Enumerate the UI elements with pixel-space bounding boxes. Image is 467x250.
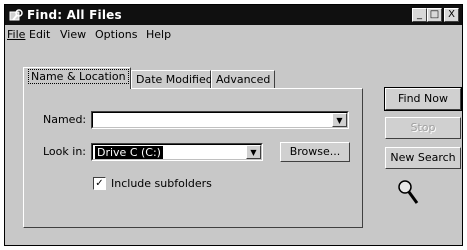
- menu-options[interactable]: Options: [95, 28, 137, 41]
- find-window: Find: All Files _ □ X File Edit View Opt…: [4, 4, 463, 246]
- named-combobox[interactable]: ▼: [91, 111, 349, 129]
- menu-options-label: Options: [95, 28, 138, 41]
- named-dropdown-button[interactable]: ▼: [332, 113, 347, 127]
- window-title: Find: All Files: [27, 8, 122, 22]
- find-now-button[interactable]: Find Now: [384, 87, 462, 111]
- find-now-label: Find Now: [398, 92, 448, 105]
- tab-advanced[interactable]: Advanced: [211, 70, 275, 88]
- new-search-button[interactable]: New Search: [385, 147, 461, 169]
- stop-button[interactable]: Stop: [385, 117, 461, 139]
- menu-help-label: Help: [146, 28, 172, 41]
- menu-bar: File Edit View Options Help: [5, 26, 462, 44]
- lookin-selected-value: Drive C (C:): [95, 146, 163, 159]
- tab-date-modified-label: Date Modified: [136, 73, 213, 86]
- menu-edit-label: Edit: [29, 28, 51, 41]
- named-label: Named:: [43, 113, 87, 126]
- tab-advanced-label: Advanced: [216, 73, 271, 86]
- named-field-frame: [92, 112, 348, 128]
- minimize-button[interactable]: _: [412, 8, 427, 22]
- include-subfolders-label[interactable]: Include subfolders: [111, 177, 212, 190]
- chevron-down-icon: ▼: [250, 148, 257, 157]
- title-bar[interactable]: Find: All Files _ □ X: [5, 5, 462, 25]
- magnifier-icon: [398, 180, 419, 204]
- tab-name-location-label: Name & Location: [28, 69, 129, 84]
- chevron-down-icon: ▼: [336, 116, 343, 125]
- tab-date-modified[interactable]: Date Modified: [131, 70, 213, 88]
- browse-button[interactable]: Browse...: [280, 142, 350, 162]
- menu-view-label: View: [60, 28, 87, 41]
- checkmark-icon: ✓: [95, 178, 104, 189]
- menu-edit[interactable]: Edit: [29, 28, 50, 41]
- menu-help[interactable]: Help: [146, 28, 171, 41]
- menu-file-label: File: [7, 28, 26, 41]
- close-button[interactable]: X: [444, 8, 459, 22]
- tab-name-location[interactable]: Name & Location: [23, 67, 131, 89]
- menu-file[interactable]: File: [7, 28, 25, 41]
- lookin-dropdown-button[interactable]: ▼: [246, 145, 261, 159]
- new-search-label: New Search: [390, 151, 456, 164]
- include-subfolders-checkbox[interactable]: ✓: [93, 177, 106, 190]
- lookin-label: Look in:: [43, 145, 86, 158]
- menu-view[interactable]: View: [60, 28, 86, 41]
- lookin-combobox[interactable]: Drive C (C:) ▼: [91, 143, 263, 161]
- stop-label: Stop: [410, 121, 436, 134]
- find-folder-icon: [9, 9, 23, 21]
- maximize-button[interactable]: □: [427, 8, 442, 22]
- browse-button-label: Browse...: [289, 145, 341, 158]
